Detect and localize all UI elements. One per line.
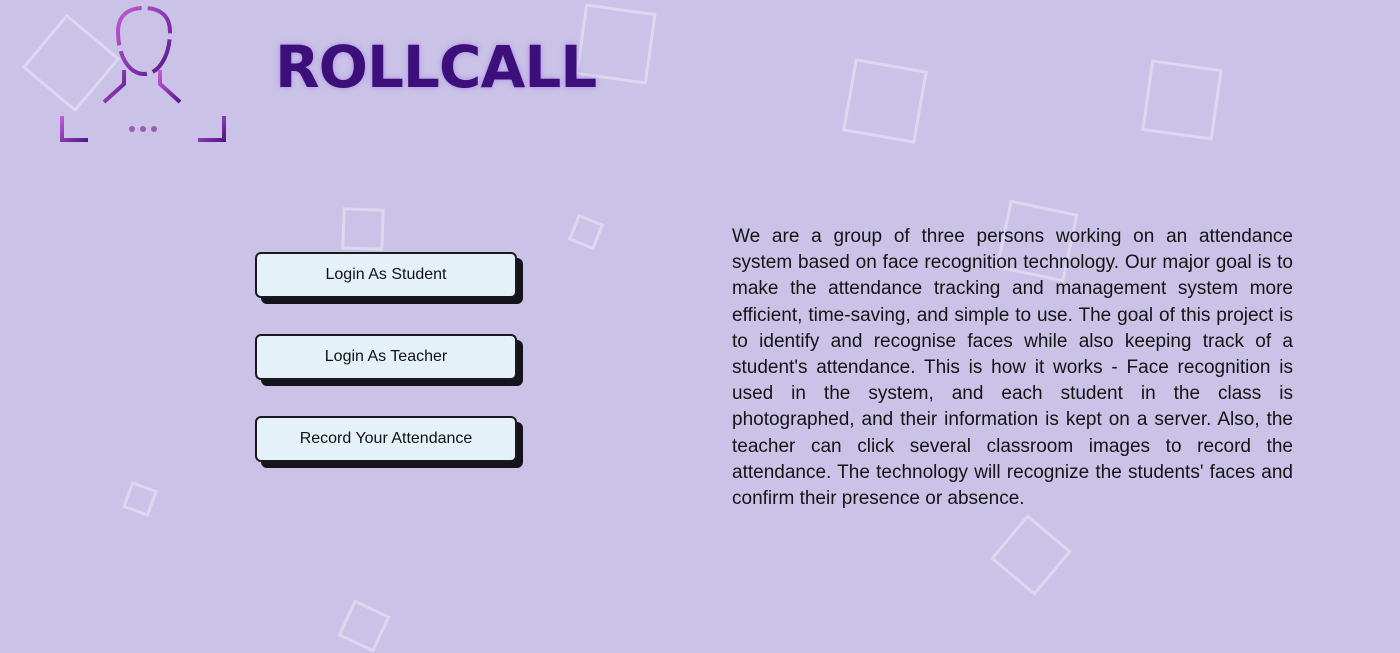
login-as-teacher-button[interactable]: Login As Teacher: [255, 334, 517, 380]
login-as-student-button[interactable]: Login As Student: [255, 252, 517, 298]
decorative-square: [122, 481, 158, 517]
decorative-square: [567, 213, 605, 251]
about-description: We are a group of three persons working …: [732, 226, 1293, 510]
decorative-square: [990, 514, 1072, 596]
decorative-square: [842, 58, 928, 144]
record-attendance-button[interactable]: Record Your Attendance: [255, 416, 517, 462]
action-menu: Login As Student Login As Teacher Record…: [255, 252, 525, 498]
decorative-square: [1141, 59, 1223, 141]
decorative-square: [341, 207, 385, 251]
decorative-square: [337, 599, 391, 653]
brand-title: ROLLCALL: [275, 33, 597, 101]
face-scan-icon: [60, 0, 226, 142]
brand-logo: [58, 0, 230, 146]
